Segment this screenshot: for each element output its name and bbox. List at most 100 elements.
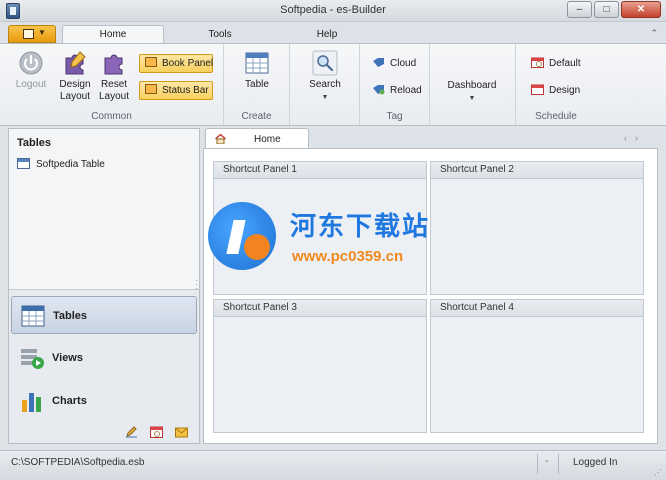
watermark-url: www.pc0359.cn [292, 248, 404, 265]
group-common: Logout Design Layout Reset Layout Book P… [0, 44, 224, 125]
schedule-design-label: Design [549, 85, 581, 96]
nav-item-label: Charts [52, 395, 87, 407]
group-label-create: Create [241, 111, 272, 122]
logout-label: Logout [15, 79, 47, 90]
group-tag: Cloud Reload Tag [360, 44, 430, 125]
group-label-tag: Tag [386, 111, 403, 122]
close-button[interactable]: ✕ [621, 1, 661, 18]
menu-icon [23, 29, 34, 39]
group-label-schedule: Schedule [535, 111, 577, 122]
minimize-button[interactable]: – [567, 1, 592, 18]
reset-layout-button[interactable]: Reset Layout [96, 50, 132, 103]
chevron-down-icon: ▼ [321, 94, 329, 101]
shortcut-panel-container: Shortcut Panel 1 Shortcut Panel 2 Shortc… [203, 148, 658, 444]
nav-footer-toolbar [125, 426, 189, 441]
table-button[interactable]: Table [236, 50, 278, 91]
login-status: Logged In [573, 457, 618, 468]
logout-button[interactable]: Logout [12, 50, 50, 91]
cloud-button[interactable]: Cloud [372, 55, 416, 73]
watermark-logo: 河东下载站 www.pc0359.cn [208, 202, 468, 276]
nav-item-label: Tables [53, 310, 88, 322]
status-bar-toggle[interactable]: Status Bar [139, 81, 213, 100]
nav-item-views[interactable]: Views [11, 339, 197, 377]
dashboard-button[interactable]: Dashboard ▼ [442, 80, 502, 105]
table-icon [245, 52, 269, 74]
shortcut-panel-4[interactable]: Shortcut Panel 4 [430, 299, 644, 433]
design-layout-label: Design Layout [59, 79, 91, 102]
design-layout-button[interactable]: Design Layout [56, 50, 94, 103]
tree-item-label: Softpedia Table [36, 159, 105, 170]
search-label: Search [309, 79, 341, 90]
book-panel-label: Book Panel [162, 58, 214, 69]
status-divider [537, 454, 538, 474]
file-path: C:\SOFTPEDIA\Softpedia.esb [11, 457, 145, 468]
schedule-design-button[interactable]: Design [531, 82, 580, 100]
maximize-button[interactable]: □ [594, 1, 619, 18]
schedule-default-label: Default [549, 58, 581, 69]
reload-button[interactable]: Reload [372, 82, 422, 100]
calendar-icon [531, 84, 544, 95]
edit-icon[interactable] [125, 426, 138, 438]
group-dashboard: Dashboard ▼ [430, 44, 516, 125]
group-label-common: Common [91, 111, 132, 122]
document-area: Home ‹› Shortcut Panel 1 Shortcut Panel … [203, 128, 658, 444]
group-create: Table Create [224, 44, 290, 125]
nav-item-tables[interactable]: Tables [11, 296, 197, 334]
tab-scroll-arrows[interactable]: ‹› [624, 133, 646, 143]
calendar-clock-icon [531, 57, 544, 68]
status-bar: C:\SOFTPEDIA\Softpedia.esb - Logged In ⋰ [0, 450, 666, 480]
watermark-emblem-icon [208, 202, 276, 270]
table-label: Table [245, 79, 269, 90]
group-search: Search ▼ [290, 44, 360, 125]
reset-layout-label: Reset Layout [98, 79, 130, 102]
watermark-text: 河东下载站 [290, 212, 431, 242]
document-tab-home[interactable]: Home [205, 128, 309, 149]
views-icon [21, 349, 44, 369]
book-icon [145, 57, 157, 67]
calendar-clock-icon[interactable] [150, 426, 164, 438]
tab-help[interactable]: Help [302, 26, 352, 44]
reload-label: Reload [390, 85, 422, 96]
nav-item-label: Views [52, 352, 83, 364]
chevron-down-icon: ▼ [38, 28, 46, 37]
puzzle-icon [65, 51, 86, 75]
nav-section-list: Tables Views Charts [9, 289, 199, 443]
status-placeholder: - [545, 456, 549, 467]
dashboard-label: Dashboard [447, 80, 497, 91]
tag-icon [373, 58, 384, 67]
group-schedule: Default Design Schedule [516, 44, 596, 125]
search-button[interactable]: Search ▼ [304, 50, 346, 104]
puzzle-icon [104, 54, 123, 75]
panel-header: Shortcut Panel 3 [214, 300, 426, 317]
book-panel-toggle[interactable]: Book Panel [139, 54, 213, 73]
panel-header: Shortcut Panel 1 [214, 162, 426, 179]
shortcut-panel-3[interactable]: Shortcut Panel 3 [213, 299, 427, 433]
tree-item-softpedia-table[interactable]: Softpedia Table [17, 158, 105, 170]
collapse-ribbon-icon[interactable]: ⌃ [650, 28, 658, 39]
home-icon [215, 134, 226, 144]
document-tab-label: Home [254, 134, 281, 145]
chart-icon [22, 393, 41, 412]
table-icon [21, 305, 45, 327]
status-divider [558, 454, 559, 474]
search-icon [312, 50, 338, 76]
status-bar-icon [145, 84, 157, 94]
application-menu-button[interactable]: ▼ [8, 25, 56, 43]
schedule-default-button[interactable]: Default [531, 55, 581, 73]
mail-icon[interactable] [175, 426, 189, 438]
panel-header: Shortcut Panel 4 [431, 300, 643, 317]
resize-grip-icon[interactable]: ⋰ [654, 468, 662, 477]
panel-title: Tables [17, 137, 52, 149]
ribbon: Logout Design Layout Reset Layout Book P… [0, 43, 666, 126]
chevron-down-icon: ▼ [468, 95, 476, 102]
table-icon [17, 158, 30, 169]
cloud-label: Cloud [390, 58, 417, 69]
navigation-panel: Tables Softpedia Table ··· Tables Views [8, 128, 200, 444]
nav-item-charts[interactable]: Charts [11, 382, 197, 420]
power-icon [19, 51, 43, 75]
tab-tools[interactable]: Tools [192, 26, 248, 44]
panel-header: Shortcut Panel 2 [431, 162, 643, 179]
title-bar: Softpedia - es-Builder – □ ✕ [0, 0, 666, 22]
tab-home[interactable]: Home [62, 25, 164, 45]
status-bar-label: Status Bar [162, 85, 209, 96]
